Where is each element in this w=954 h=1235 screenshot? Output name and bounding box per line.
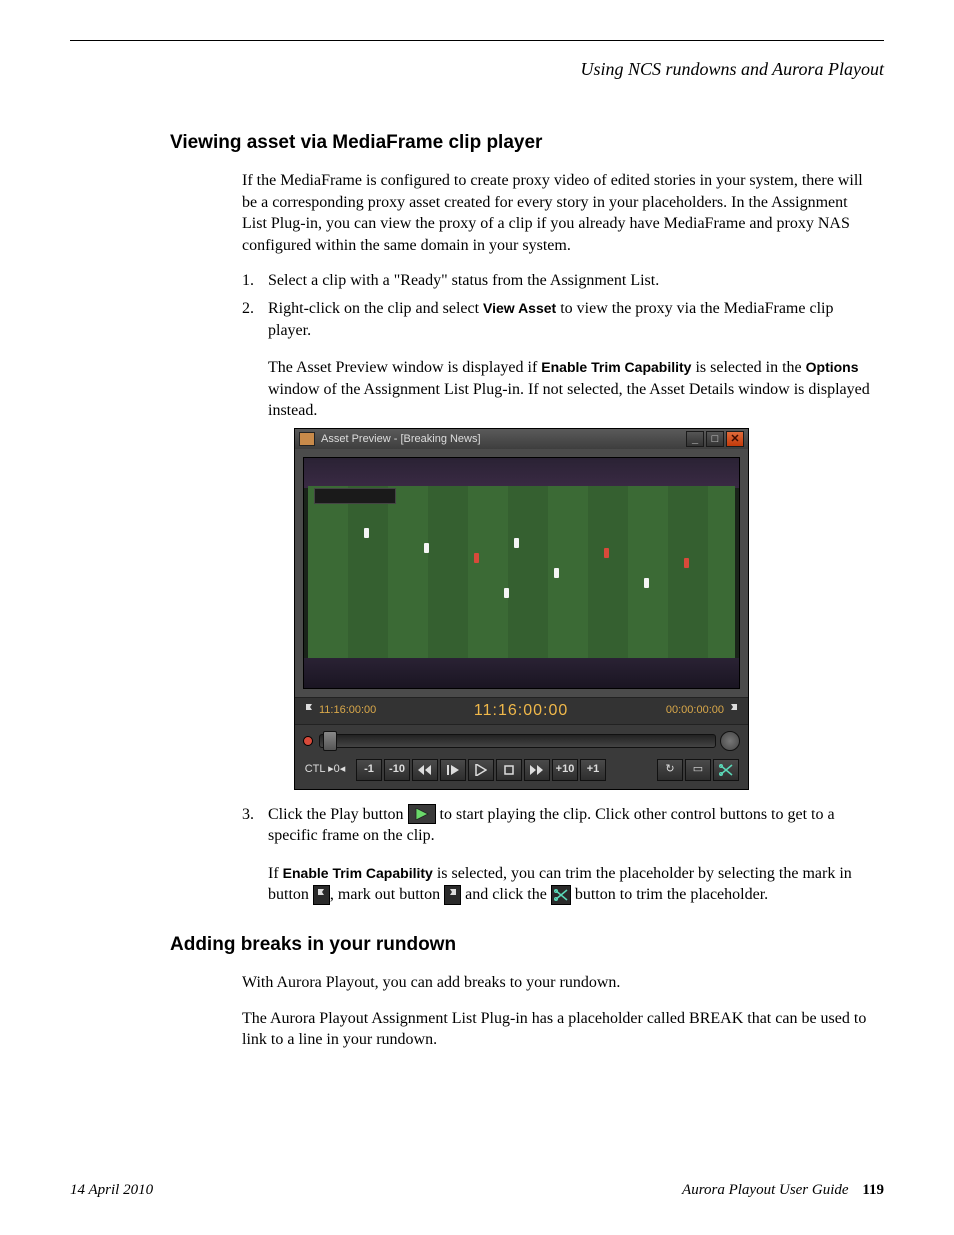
window-titlebar[interactable]: Asset Preview - [Breaking News] _ □ ✕ [295, 429, 748, 449]
step-fwd-1-button[interactable]: +1 [580, 759, 606, 781]
ctl-mode-label[interactable]: CTL ▸0◂ [303, 760, 347, 780]
options-label: Options [806, 359, 859, 375]
step-back-10-button[interactable]: -10 [384, 759, 410, 781]
window-title: Asset Preview - [Breaking News] [321, 432, 481, 447]
page-footer: 14 April 2010 Aurora Playout User Guide … [70, 1182, 884, 1199]
chat-button[interactable]: ▭ [685, 759, 711, 781]
step-3-note-mid2: , mark out button [330, 886, 444, 903]
view-asset-label: View Asset [483, 300, 556, 316]
step-1-text: Select a clip with a "Ready" status from… [268, 272, 659, 289]
chapter-title: Using NCS rundowns and Aurora Playout [70, 59, 884, 80]
scrub-track[interactable] [319, 734, 716, 748]
step-2-note-pre: The Asset Preview window is displayed if [268, 359, 541, 376]
window-app-icon [299, 432, 315, 446]
step-3-note-mid3: and click the [461, 886, 551, 903]
timecode-current: 11:16:00:00 [376, 700, 666, 722]
maximize-button[interactable]: □ [706, 431, 724, 447]
footer-page-number: 119 [862, 1182, 884, 1198]
jog-dial[interactable] [720, 731, 740, 751]
step-3-pre: Click the Play button [268, 806, 408, 823]
loop-button[interactable]: ↻ [657, 759, 683, 781]
section-heading-adding-breaks: Adding breaks in your rundown [170, 934, 884, 956]
mark-in-icon [313, 885, 330, 905]
section2-p2: The Aurora Playout Assignment List Plug-… [242, 1008, 874, 1051]
close-button[interactable]: ✕ [726, 431, 744, 447]
timecode-out: 00:00:00:00 [666, 703, 724, 718]
step-3-note-pre: If [268, 865, 283, 882]
record-indicator-icon [303, 736, 313, 746]
transport-controls: CTL ▸0◂ -1 -10 [295, 755, 748, 789]
asset-preview-window: Asset Preview - [Breaking News] _ □ ✕ [294, 428, 749, 790]
mark-out-flag-icon[interactable] [728, 703, 740, 719]
step-2-note-post: window of the Assignment List Plug-in. I… [268, 381, 870, 420]
fast-forward-button[interactable] [524, 759, 550, 781]
video-area[interactable] [303, 457, 740, 689]
timecode-in: 11:16:00:00 [319, 703, 376, 718]
section-heading-viewing-asset: Viewing asset via MediaFrame clip player [170, 132, 884, 154]
stop-button[interactable] [496, 759, 522, 781]
step-3-note-post: button to trim the placeholder. [571, 886, 768, 903]
step-2-pre: Right-click on the clip and select [268, 300, 483, 317]
mark-in-flag-icon[interactable] [303, 703, 315, 719]
step-2: 2. Right-click on the clip and select Vi… [242, 298, 874, 790]
rewind-button[interactable] [412, 759, 438, 781]
enable-trim-label: Enable Trim Capability [541, 359, 691, 375]
step-2-note-mid: is selected in the [691, 359, 805, 376]
scrub-handle[interactable] [323, 731, 337, 751]
trim-button[interactable] [713, 759, 739, 781]
minimize-button[interactable]: _ [686, 431, 704, 447]
step-back-1-button[interactable]: -1 [356, 759, 382, 781]
mark-out-icon [444, 885, 461, 905]
mark-in-play-button[interactable] [440, 759, 466, 781]
play-icon [408, 804, 436, 824]
step-fwd-10-button[interactable]: +10 [552, 759, 578, 781]
step-3: 3. Click the Play button to start playin… [242, 804, 874, 906]
play-button[interactable] [468, 759, 494, 781]
timecode-row: 11:16:00:00 11:16:00:00 00:00:00:00 [295, 697, 748, 725]
footer-date: 14 April 2010 [70, 1182, 682, 1199]
step-1: 1. Select a clip with a "Ready" status f… [242, 270, 874, 292]
trim-icon [551, 885, 571, 905]
enable-trim-label-2: Enable Trim Capability [283, 865, 433, 881]
section2-p1: With Aurora Playout, you can add breaks … [242, 972, 874, 994]
scrub-row [295, 725, 748, 755]
intro-paragraph: If the MediaFrame is configured to creat… [242, 170, 874, 256]
footer-doc-title: Aurora Playout User Guide [682, 1182, 849, 1198]
